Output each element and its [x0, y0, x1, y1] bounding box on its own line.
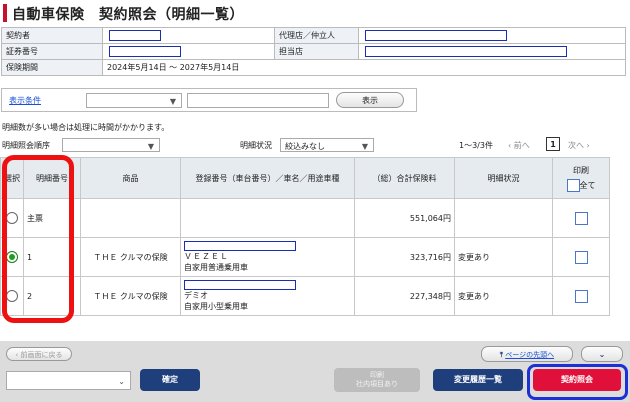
- prev-label: 前へ: [513, 141, 530, 150]
- row-print-checkbox[interactable]: [552, 276, 610, 316]
- row-print-checkbox[interactable]: [552, 237, 610, 277]
- condition-select[interactable]: ▼: [86, 93, 182, 108]
- row-print-checkbox[interactable]: [552, 198, 610, 238]
- col-status: 明細状況: [454, 157, 553, 199]
- status-filter-value: 絞込みなし: [285, 142, 325, 151]
- period-value: 2024年5月14日 ～ 2027年5月14日: [102, 59, 626, 76]
- status-filter-label: 明細状況: [240, 141, 272, 150]
- action-select[interactable]: ⌄: [6, 371, 131, 390]
- paging-count: 1～3/3件: [459, 141, 493, 150]
- highlight-annotation-red: [2, 155, 74, 323]
- back-label: 前画面に戻る: [20, 351, 63, 359]
- condition-input[interactable]: [187, 93, 329, 108]
- contractor-value: [102, 27, 275, 44]
- vehicle-usage: 自家用普通乗用車: [184, 263, 248, 272]
- chevron-down-icon: ⌄: [118, 377, 125, 386]
- detail-table: 選択 明細番号 商品 登録番号（車台番号）／車名／用途車種 （総）合計保険料 明…: [0, 157, 610, 316]
- col-product: 商品: [80, 157, 181, 199]
- prev-page-link[interactable]: ‹ 前へ: [508, 140, 530, 151]
- chevron-down-icon: ⌄: [598, 350, 606, 359]
- highlight-annotation-blue: [527, 364, 628, 400]
- order-select[interactable]: ▼: [62, 138, 160, 152]
- row-premium: 227,348円: [354, 276, 455, 316]
- chevron-down-icon: ▼: [361, 142, 368, 151]
- col-premium: （総）合計保険料: [354, 157, 455, 199]
- display-conditions-link[interactable]: 表示条件: [9, 95, 41, 106]
- row-product: ＴＨＥ クルマの保険: [80, 276, 181, 316]
- table-row: 主票 551,064円: [0, 198, 610, 238]
- print-label: 印刷: [370, 371, 384, 379]
- checkbox-icon: [574, 250, 588, 264]
- branch-label: 担当店: [274, 43, 359, 60]
- row-status: 変更あり: [454, 237, 553, 277]
- print-all-label: 全て: [579, 180, 596, 190]
- print-header-label: 印刷: [573, 165, 589, 175]
- list-controls: 明細照会順序 ▼ 明細状況 絞込みなし ▼ 1～3/3件 ‹ 前へ 1 次へ ›: [0, 137, 630, 155]
- row-vehicle: デミオ 自家用小型乗用車: [180, 276, 355, 316]
- row-premium: 551,064円: [354, 198, 455, 238]
- change-history-button[interactable]: 変更履歴一覧: [433, 369, 523, 391]
- status-filter-select[interactable]: 絞込みなし ▼: [280, 138, 374, 152]
- vehicle-usage: 自家用小型乗用車: [184, 302, 248, 311]
- policy-no-label: 証券番号: [1, 43, 103, 60]
- current-page: 1: [546, 137, 560, 151]
- checkbox-icon: [574, 289, 588, 303]
- title-accent-bar: [3, 4, 7, 22]
- period-label: 保険期間: [1, 59, 103, 76]
- page-title: 自動車保険 契約照会（明細一覧）: [12, 7, 244, 23]
- display-conditions-box: 表示条件 ▼ 表示: [1, 88, 417, 112]
- title-bar: 自動車保険 契約照会（明細一覧）: [0, 0, 630, 26]
- contractor-label: 契約者: [1, 27, 103, 44]
- redacted-field: [365, 30, 507, 41]
- back-button[interactable]: ‹ 前画面に戻る: [6, 347, 72, 361]
- redacted-field: [365, 46, 567, 57]
- checkbox-icon: [574, 211, 588, 225]
- col-vehicle: 登録番号（車台番号）／車名／用途車種: [180, 157, 355, 199]
- redacted-field: [109, 30, 161, 41]
- vehicle-name: ＶＥＺＥＬ: [184, 252, 229, 261]
- chevron-down-icon: ▼: [147, 142, 154, 151]
- row-vehicle: ＶＥＺＥＬ 自家用普通乗用車: [180, 237, 355, 277]
- row-product: [80, 198, 181, 238]
- print-all-checkbox[interactable]: 全て: [553, 178, 609, 192]
- redacted-field: [109, 46, 181, 57]
- redacted-field: [184, 241, 296, 251]
- next-label: 次へ: [568, 141, 584, 150]
- arrow-up-icon: ⤒: [499, 351, 503, 359]
- policy-no-value: [102, 43, 275, 60]
- confirm-button[interactable]: 確定: [140, 369, 200, 391]
- branch-value: [358, 43, 626, 60]
- vehicle-name: デミオ: [184, 291, 208, 300]
- contract-info-table: 契約者 代理店／仲立人 証券番号 担当店 保険期間 2024年5月14日 ～ 2…: [1, 27, 626, 76]
- table-row: 1 ＴＨＥ クルマの保険 ＶＥＺＥＬ 自家用普通乗用車 323,716円 変更あ…: [0, 237, 610, 277]
- print-sublabel: 社内項目あり: [356, 380, 398, 388]
- row-status: [454, 198, 553, 238]
- row-vehicle: [180, 198, 355, 238]
- processing-note: 明細数が多い場合は処理に時間がかかります。: [2, 123, 170, 132]
- col-print: 印刷 全て: [552, 157, 610, 199]
- page-top-button[interactable]: ⤒ ページの先頭へ: [481, 346, 573, 362]
- redacted-field: [184, 280, 296, 290]
- row-product: ＴＨＥ クルマの保険: [80, 237, 181, 277]
- row-premium: 323,716円: [354, 237, 455, 277]
- print-button-disabled[interactable]: 印刷 社内項目あり: [334, 368, 420, 392]
- checkbox-icon: [566, 178, 580, 192]
- row-status: 変更あり: [454, 276, 553, 316]
- order-label: 明細照会順序: [2, 141, 50, 150]
- table-header-row: 選択 明細番号 商品 登録番号（車台番号）／車名／用途車種 （総）合計保険料 明…: [0, 157, 610, 199]
- page-top-label: ページの先頭へ: [505, 351, 555, 359]
- table-row: 2 ＴＨＥ クルマの保険 デミオ 自家用小型乗用車 227,348円 変更あり: [0, 276, 610, 316]
- next-page-link[interactable]: 次へ ›: [568, 140, 590, 151]
- agency-label: 代理店／仲立人: [274, 27, 359, 44]
- display-button[interactable]: 表示: [336, 92, 404, 108]
- scroll-down-button[interactable]: ⌄: [581, 346, 623, 362]
- chevron-down-icon: ▼: [169, 97, 176, 106]
- agency-value: [358, 27, 626, 44]
